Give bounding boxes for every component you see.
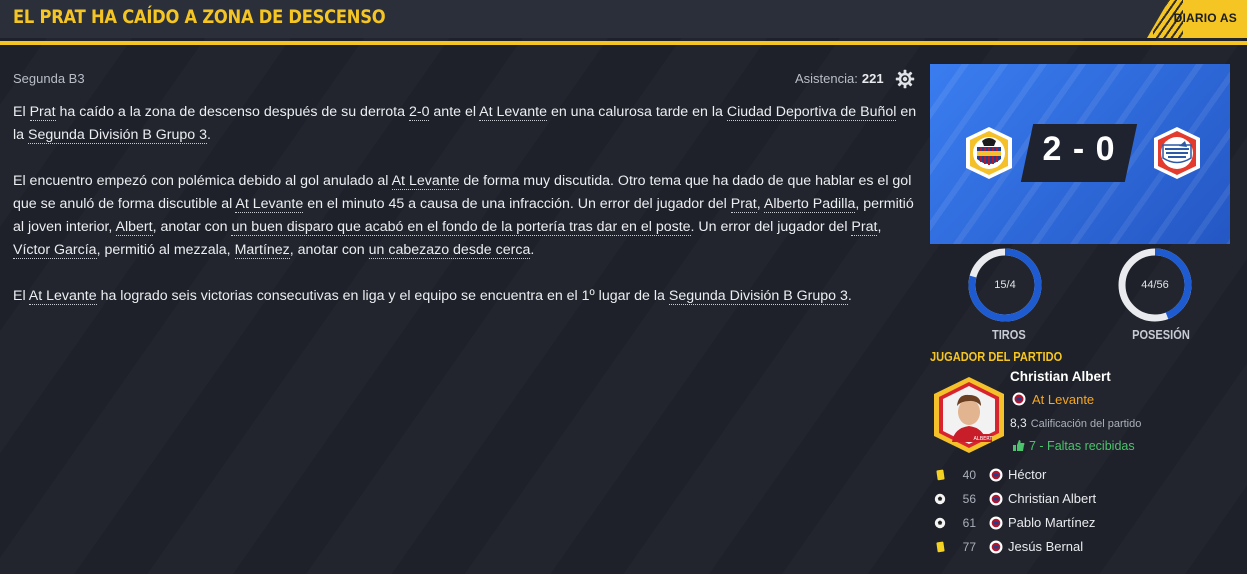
article-link[interactable]: Prat (851, 219, 878, 236)
article-link[interactable]: At Levante (235, 196, 304, 213)
levante-badge-icon (1012, 392, 1026, 406)
attendance-label: Asistencia: (795, 71, 858, 86)
attendance-value: 221 (861, 71, 884, 86)
yellow-card-icon (936, 541, 945, 553)
article-paragraph-1: El Prat ha caído a la zona de descenso d… (13, 101, 918, 147)
article-link[interactable]: un buen disparo que acabó en el fondo de… (231, 219, 691, 236)
article-text: , anotar con (152, 219, 232, 235)
attendance: Asistencia: 221 (795, 71, 884, 86)
event-minute: 61 (962, 516, 976, 530)
article-link[interactable]: At Levante (28, 288, 97, 305)
article-text: . Un error del jugador del (690, 219, 852, 235)
article-link[interactable]: Prat (730, 196, 757, 213)
article-text: El (13, 104, 30, 120)
article-text: . (530, 242, 535, 258)
article-link[interactable]: Segunda División B Grupo 3 (27, 127, 208, 144)
article-text: . (207, 127, 211, 143)
article-paragraph-3: El At Levante ha logrado seis victorias … (13, 285, 918, 308)
article-text: , (756, 196, 764, 212)
competition-label[interactable]: Segunda B3 (13, 71, 85, 86)
article-text: , anotar con (289, 242, 369, 258)
article-link[interactable]: Albert (115, 219, 153, 236)
gear-icon[interactable] (895, 69, 915, 89)
event-player[interactable]: Héctor (1008, 467, 1046, 482)
motm-fouls: 7 - Faltas recibidas (1012, 439, 1135, 453)
prat-crest-icon[interactable] (1149, 125, 1205, 181)
article-text: , permitió al mezzala, (96, 242, 235, 258)
event-player[interactable]: Pablo Martínez (1008, 515, 1095, 530)
team-badge-icon (989, 540, 1003, 554)
motm-rating-label: Calificación del partido (1030, 418, 1142, 430)
article-paragraph-2: El encuentro empezó con polémica debido … (13, 170, 918, 262)
ball-icon (934, 493, 946, 505)
event-player[interactable]: Christian Albert (1008, 491, 1096, 506)
article-text: El (13, 288, 29, 304)
header-underline (0, 41, 1247, 45)
player-portrait[interactable]: ALBERT (930, 376, 1008, 454)
motm-rating-value: 8,3 (1010, 416, 1027, 430)
ball-icon (934, 517, 946, 529)
article-link[interactable]: At Levante (479, 104, 548, 121)
event-minute: 56 (962, 492, 976, 506)
motm-name[interactable]: Christian Albert (1010, 369, 1111, 384)
article-link[interactable]: Alberto Padilla (763, 196, 856, 213)
score-panel[interactable]: 2 - 0 (930, 64, 1230, 244)
motm-title: JUGADOR DEL PARTIDO (930, 349, 1063, 364)
article-text: ha logrado seis victorias consecutivas e… (96, 288, 669, 304)
event-row[interactable]: 56 Christian Albert (930, 489, 1230, 509)
news-header: EL PRAT HA CAÍDO A ZONA DE DESCENSO DIAR… (0, 0, 1247, 38)
article-link[interactable]: Segunda División B Grupo 3 (668, 288, 848, 305)
article-text: El encuentro empezó con polémica debido … (13, 173, 392, 189)
article-text: ha caído a la zona de descenso después d… (55, 104, 409, 120)
motm-team[interactable]: At Levante (1012, 392, 1094, 407)
event-row[interactable]: 77 Jesús Bernal (930, 537, 1230, 557)
article-text: en el minuto 45 a causa de una infracció… (303, 196, 731, 212)
headline: EL PRAT HA CAÍDO A ZONA DE DESCENSO (13, 6, 386, 28)
article-body: El Prat ha caído a la zona de descenso d… (13, 101, 918, 331)
article-link[interactable]: Ciudad Deportiva de Buñol (726, 104, 897, 121)
article-text: . (847, 288, 852, 304)
article-text: , (877, 219, 882, 235)
article-link[interactable]: un cabezazo desde cerca (368, 242, 531, 259)
motm-team-name: At Levante (1032, 392, 1095, 407)
shots-label: TIROS (991, 327, 1026, 342)
event-minute: 40 (962, 468, 976, 482)
article-text: en una calurosa tarde en la (547, 104, 727, 120)
article-link[interactable]: 2-0 (408, 104, 430, 121)
motm-fouls-text: 7 - Faltas recibidas (1029, 439, 1135, 453)
article-link[interactable]: Prat (29, 104, 56, 121)
final-score: 2 - 0 (1042, 130, 1116, 168)
event-player[interactable]: Jesús Bernal (1008, 539, 1083, 554)
event-row[interactable]: 61 Pablo Martínez (930, 513, 1230, 533)
shots-value: 15/4 (994, 279, 1016, 291)
possession-value: 44/56 (1141, 279, 1169, 291)
team-badge-icon (989, 516, 1003, 530)
motm-rating: 8,3 Calificación del partido (1010, 416, 1141, 430)
news-source: DIARIO AS (1173, 11, 1237, 25)
news-source-badge: DIARIO AS (1147, 0, 1247, 38)
thumbs-up-icon (1013, 440, 1025, 451)
yellow-card-icon (936, 469, 945, 481)
article-link[interactable]: Víctor García (13, 242, 97, 259)
article-text: ante el (429, 104, 480, 120)
team-badge-icon (989, 492, 1003, 506)
possession-label: POSESIÓN (1132, 327, 1190, 342)
event-minute: 77 (962, 540, 976, 554)
team-badge-icon (989, 468, 1003, 482)
portrait-caption: ALBERT (974, 436, 994, 442)
levante-crest-icon[interactable] (961, 125, 1017, 181)
article-link[interactable]: At Levante (391, 173, 460, 190)
event-row[interactable]: 40 Héctor (930, 465, 1230, 485)
article-link[interactable]: Martínez (234, 242, 290, 259)
